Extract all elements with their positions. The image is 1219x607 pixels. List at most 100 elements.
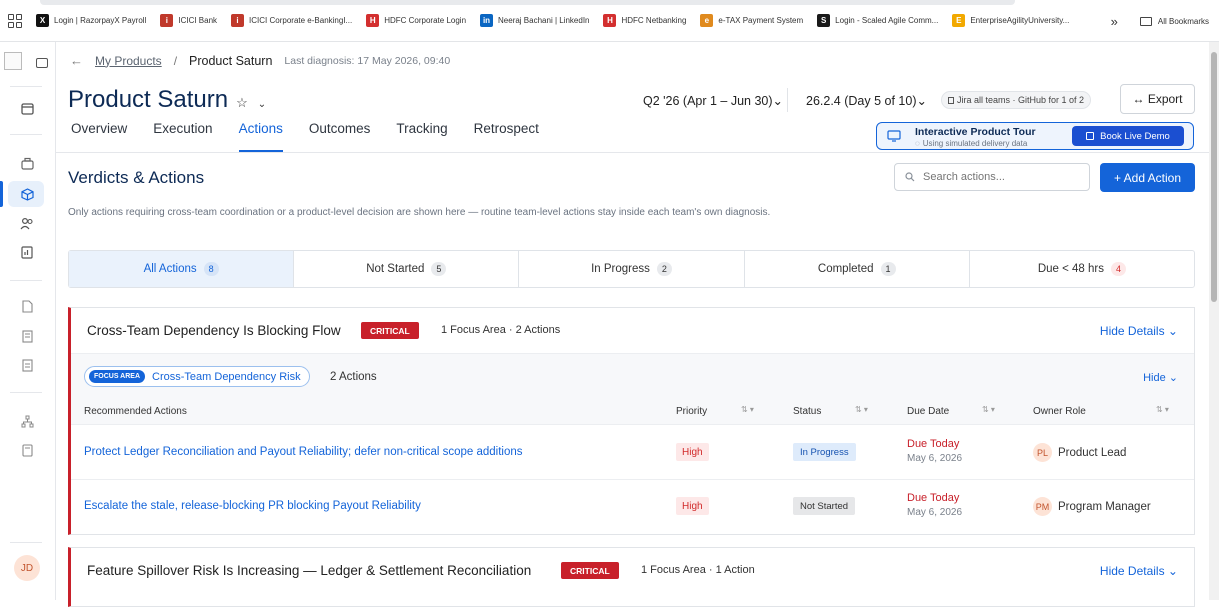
verdict-card-header[interactable]: Feature Spillover Risk Is Increasing — L… <box>71 548 1194 593</box>
filter-bar: All Actions 8 Not Started 5 In Progress 2 Comp… <box>68 250 1195 288</box>
action-link[interactable]: Protect Ledger Reconciliation and Payout… <box>84 446 523 458</box>
filter-tab[interactable]: Due < 48 hrs 4 <box>970 251 1194 287</box>
quarter-selector[interactable]: Q2 '26 (Apr 1 – Jun 30)⌄ <box>643 93 783 108</box>
product-tour-banner: Interactive Product Tour ◌ Using simulate… <box>876 122 1194 150</box>
owner-cell: PL Product Lead <box>1033 443 1126 462</box>
calendar-icon[interactable] <box>19 100 35 116</box>
filter-tab[interactable]: Completed 1 <box>745 251 970 287</box>
tab-actions[interactable]: Actions <box>238 120 283 152</box>
tour-title[interactable]: Interactive Product Tour <box>915 126 1036 138</box>
bookmark-item[interactable]: H HDFC Corporate Login <box>366 14 466 27</box>
status-badge[interactable]: Not Started <box>793 497 856 515</box>
product-switch-chevron-icon[interactable]: ⌄ <box>258 99 266 110</box>
action-link[interactable]: Escalate the stale, release-blocking PR … <box>84 500 421 512</box>
release-selector[interactable]: 26.2.4 (Day 5 of 10)⌄ <box>806 93 927 108</box>
monitor-icon <box>887 130 901 142</box>
filter-tab[interactable]: In Progress 2 <box>519 251 745 287</box>
all-bookmarks-link[interactable]: All Bookmarks <box>1158 17 1209 26</box>
icici-logo-icon: i <box>231 14 245 27</box>
filter-count-badge: 1 <box>880 262 896 276</box>
notes-icon[interactable] <box>19 328 35 344</box>
page-scrollbar[interactable] <box>1209 42 1219 600</box>
tab-retrospect[interactable]: Retrospect <box>474 120 539 152</box>
report-icon[interactable] <box>19 244 35 260</box>
bookmark-item[interactable]: e e-TAX Payment System <box>700 14 803 27</box>
products-cube-icon[interactable] <box>19 186 35 202</box>
tab-tracking[interactable]: Tracking <box>396 120 447 152</box>
bookmark-item[interactable]: i ICICI Corporate e-BankingI... <box>231 14 352 27</box>
team-icon[interactable] <box>19 215 35 231</box>
apps-grid-icon[interactable] <box>8 13 22 28</box>
column-header-owner[interactable]: Owner Role <box>1033 406 1086 417</box>
filter-label: All Actions <box>143 263 197 275</box>
column-header-priority[interactable]: Priority <box>676 406 707 417</box>
focus-area-action-count: 2 Actions <box>330 371 377 383</box>
back-arrow-icon[interactable]: ← <box>70 53 83 68</box>
column-header-action: Recommended Actions <box>84 406 187 417</box>
column-header-status[interactable]: Status <box>793 406 821 417</box>
owner-role: Program Manager <box>1058 500 1151 513</box>
breadcrumb-my-products[interactable]: My Products <box>95 54 162 68</box>
focus-area-pill[interactable]: FOCUS AREA Cross-Team Dependency Risk <box>84 366 310 387</box>
sort-icon[interactable]: ⇅ ▾ <box>1156 405 1169 414</box>
scrollbar-thumb[interactable] <box>1211 52 1217 302</box>
sidebar-divider <box>10 134 42 135</box>
integration-badge[interactable]: Jira all teams · GitHub for 1 of 2 <box>941 91 1092 109</box>
page-title: Product Saturn <box>68 86 229 113</box>
search-box[interactable] <box>894 163 1090 191</box>
bookmark-item[interactable]: X Login | RazorpayX Payroll <box>36 14 146 27</box>
search-input[interactable] <box>923 171 1083 183</box>
app-logo[interactable] <box>4 52 22 70</box>
filter-count-badge: 5 <box>431 262 447 276</box>
focus-area-hide-toggle[interactable]: Hide ⌄ <box>1143 371 1178 384</box>
bookmark-label: ICICI Corporate e-BankingI... <box>249 16 353 25</box>
bookmark-item[interactable]: in Neeraj Bachani | LinkedIn <box>480 14 589 27</box>
org-chart-icon[interactable] <box>19 413 35 429</box>
bookmark-item[interactable]: S Login - Scaled Agile Comm... <box>817 14 938 27</box>
tab-outcomes[interactable]: Outcomes <box>309 120 371 152</box>
search-icon <box>905 172 915 182</box>
favorite-star-icon[interactable]: ☆ <box>236 95 248 111</box>
sort-icon[interactable]: ⇅ ▾ <box>855 405 868 414</box>
bookmark-item[interactable]: i ICICI Bank <box>160 14 217 27</box>
calculator-icon[interactable] <box>19 442 35 458</box>
book-live-demo-button[interactable]: Book Live Demo <box>1072 126 1184 146</box>
filter-count-badge: 4 <box>1111 262 1126 276</box>
bookmark-label: e-TAX Payment System <box>718 16 804 25</box>
column-header-due-date[interactable]: Due Date <box>907 406 949 417</box>
section-subtext: Only actions requiring cross-team coordi… <box>68 207 771 218</box>
bookmark-label: HDFC Corporate Login <box>384 16 467 25</box>
folder-icon <box>1139 16 1152 26</box>
document-icon[interactable] <box>19 298 35 314</box>
verdict-card-header[interactable]: Cross-Team Dependency Is Blocking Flow C… <box>71 308 1194 353</box>
tab-overview[interactable]: Overview <box>71 120 127 152</box>
add-action-button[interactable]: + Add Action <box>1100 163 1195 192</box>
export-button[interactable]: ↔ Export <box>1120 84 1195 114</box>
tab-bar: Overview Execution Actions Outcomes Tracking… <box>71 120 565 152</box>
left-sidebar: JD <box>0 42 56 600</box>
bookmark-item[interactable]: E EnterpriseAgilityUniversity... <box>952 14 1069 27</box>
tab-execution[interactable]: Execution <box>153 120 212 152</box>
briefcase-icon[interactable] <box>19 155 35 171</box>
bookmark-item[interactable]: H HDFC Netbanking <box>603 14 686 27</box>
sidebar-divider <box>10 392 42 393</box>
hdfc-logo-icon: H <box>603 14 617 27</box>
verdict-title: Cross-Team Dependency Is Blocking Flow <box>87 323 341 338</box>
sidebar-toggle-icon[interactable] <box>36 58 48 68</box>
more-bookmarks-button[interactable]: » <box>1111 14 1118 29</box>
status-badge[interactable]: In Progress <box>793 443 856 461</box>
hide-details-toggle[interactable]: Hide Details ⌄ <box>1100 324 1178 338</box>
sort-icon[interactable]: ⇅ ▾ <box>982 405 995 414</box>
due-date-cell: Due Today May 6, 2026 <box>907 492 962 518</box>
integration-text: Jira all teams · GitHub for 1 of 2 <box>957 95 1085 105</box>
table-header: Recommended Actions Priority ⇅ ▾ Status … <box>71 395 1194 425</box>
filter-label: Completed <box>817 263 874 275</box>
filter-tab[interactable]: Not Started 5 <box>294 251 520 287</box>
user-avatar[interactable]: JD <box>14 555 40 581</box>
filter-tab[interactable]: All Actions 8 <box>69 251 295 287</box>
sort-icon[interactable]: ⇅ ▾ <box>741 405 754 414</box>
eau-logo-icon: E <box>952 14 966 27</box>
checklist-icon[interactable] <box>19 357 35 373</box>
section-title: Verdicts & Actions <box>68 168 205 187</box>
hide-details-toggle[interactable]: Hide Details ⌄ <box>1100 564 1178 578</box>
